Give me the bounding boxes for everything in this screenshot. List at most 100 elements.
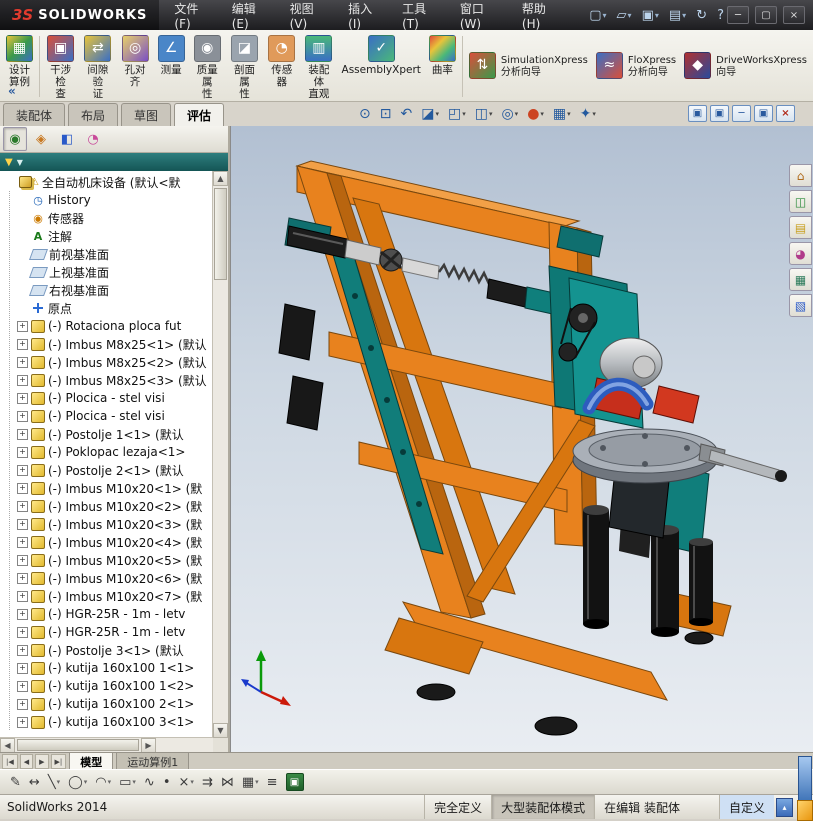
expander-icon[interactable]: + [17, 518, 28, 530]
tree-item[interactable]: 注解 [2, 227, 213, 245]
interference-check-button[interactable]: ▣ 干涉检 查 [42, 32, 79, 101]
status-expand-button[interactable]: ▴ [776, 797, 793, 817]
expander-icon[interactable]: + [17, 320, 28, 332]
expander-icon[interactable]: + [17, 500, 28, 512]
expander-icon[interactable]: + [17, 446, 28, 458]
ribbon-collapse-button[interactable]: « [8, 84, 16, 98]
sketch-button[interactable]: ✎ [8, 774, 23, 791]
custom-properties-tab[interactable]: ▦ [789, 268, 812, 291]
view-settings-button[interactable]: ✦ ▾ [577, 104, 599, 124]
tree-item[interactable]: 上视基准面 [2, 263, 213, 281]
propertymanager-tab[interactable]: ◈ [29, 127, 53, 151]
expander-icon[interactable]: + [17, 428, 28, 440]
tree-item[interactable]: + (-) kutija 160x100 3<1> [2, 713, 213, 731]
appearances-tab[interactable]: ◕ [789, 242, 812, 265]
driveworksxpress-button[interactable]: ◆ DriveWorksXpress 向导 [680, 32, 811, 101]
tree-item[interactable]: + (-) kutija 160x100 1<2> [2, 677, 213, 695]
displaymanager-tab[interactable]: ◔ [81, 127, 105, 151]
first-tab-button[interactable]: |◀ [2, 754, 18, 769]
tree-item[interactable]: + (-) Imbus M10x20<7> (默 [2, 587, 213, 605]
linear-pattern-button[interactable]: ▦ ▾ [240, 774, 261, 791]
tree-vertical-scrollbar[interactable]: ▲ ▼ [212, 171, 228, 738]
apply-scene-button[interactable]: ▦ ▾ [550, 104, 574, 124]
smart-dimension-button[interactable]: ↔ [27, 774, 42, 791]
tree-item[interactable]: + (-) Plocica - stel visi [2, 389, 213, 407]
scroll-up-icon[interactable]: ▲ [213, 171, 228, 186]
tree-item[interactable]: + (-) Imbus M8x25<2> (默认 [2, 353, 213, 371]
expander-icon[interactable]: + [17, 680, 28, 692]
rectangle-tool-button[interactable]: ▭ ▾ [117, 774, 138, 791]
previous-view-button[interactable]: ↶ [397, 104, 415, 124]
assembly-visualization-button[interactable]: ▥ 装配体 直观 [300, 32, 337, 101]
tree-item[interactable]: + (-) Imbus M10x20<5> (默 [2, 551, 213, 569]
print-button[interactable]: ▤ ▾ [666, 7, 689, 24]
expander-icon[interactable]: + [17, 698, 28, 710]
spline-tool-button[interactable]: ∿ [142, 774, 157, 791]
menu-item[interactable]: 编辑(E) [223, 0, 281, 31]
section-properties-button[interactable]: ◪ 剖面属 性 [226, 32, 263, 101]
convert-entities-button[interactable]: ⇉ [200, 774, 215, 791]
offset-entities-button[interactable]: ≡ [265, 774, 280, 791]
filter-bar[interactable]: ▼ ▼ [0, 153, 228, 171]
zoom-to-area-button[interactable]: ⊡ [377, 104, 395, 124]
expander-icon[interactable]: + [17, 392, 28, 404]
expander-icon[interactable]: + [17, 608, 28, 620]
tree-item[interactable]: + (-) Imbus M8x25<3> (默认 [2, 371, 213, 389]
resize-grip[interactable] [797, 800, 813, 821]
curvature-button[interactable]: 曲率 [425, 32, 460, 101]
save-button[interactable]: ▣ ▾ [639, 7, 662, 24]
scroll-strip[interactable] [798, 756, 812, 802]
file-explorer-tab[interactable]: ▤ [789, 216, 812, 239]
clearance-verify-button[interactable]: ⇄ 间隙验 证 [79, 32, 116, 101]
tree-item[interactable]: + (-) kutija 160x100 2<1> [2, 695, 213, 713]
expander-icon[interactable]: + [17, 482, 28, 494]
scroll-down-icon[interactable]: ▼ [213, 723, 228, 738]
hide-show-items-button[interactable]: ◎ ▾ [498, 104, 521, 124]
tree-item[interactable]: 右视基准面 [2, 281, 213, 299]
assemblyxpert-button[interactable]: ✓ AssemblyXpert [338, 32, 425, 101]
tree-item[interactable]: + (-) Imbus M10x20<4> (默 [2, 533, 213, 551]
last-tab-button[interactable]: ▶| [50, 754, 67, 769]
expander-icon[interactable]: + [17, 338, 28, 350]
minimize-button[interactable]: ─ [727, 6, 749, 24]
section-view-button[interactable]: ◪ ▾ [418, 104, 442, 124]
menu-item[interactable]: 文件(F) [165, 0, 222, 31]
tree-item[interactable]: + (-) Imbus M10x20<2> (默 [2, 497, 213, 515]
tree-item[interactable]: + (-) kutija 160x100 1<1> [2, 659, 213, 677]
tile-doc-button[interactable]: ▣ [710, 105, 729, 122]
tree-item[interactable]: History [2, 191, 213, 209]
expander-icon[interactable]: + [17, 536, 28, 548]
prev-tab-button[interactable]: ◀ [19, 754, 34, 769]
menu-item[interactable]: 工具(T) [393, 0, 451, 31]
tree-item[interactable]: + (-) Imbus M8x25<1> (默认 [2, 335, 213, 353]
tree-item[interactable]: + (-) Rotaciona ploca fut [2, 317, 213, 335]
floxpress-button[interactable]: ≈ FloXpress 分析向导 [592, 32, 680, 101]
scroll-track[interactable] [214, 186, 227, 723]
tree-item[interactable]: + (-) HGR-25R - 1m - letv [2, 605, 213, 623]
rebuild-button[interactable]: ↻ [693, 7, 710, 24]
arc-tool-button[interactable]: ◠ ▾ [93, 774, 113, 791]
expander-icon[interactable]: + [17, 356, 28, 368]
measure-button[interactable]: ∠ 测量 [154, 32, 189, 101]
maximize-doc-button[interactable]: ▣ [754, 105, 773, 122]
mirror-entities-button[interactable]: ⋈ [219, 774, 236, 791]
expander-icon[interactable]: + [17, 662, 28, 674]
scroll-thumb[interactable] [17, 739, 139, 751]
configurationmanager-tab[interactable]: ◧ [55, 127, 79, 151]
tree-item[interactable]: + (-) Imbus M10x20<6> (默 [2, 569, 213, 587]
tree-item[interactable]: + (-) Postolje 1<1> (默认 [2, 425, 213, 443]
menu-item[interactable]: 视图(V) [281, 0, 340, 31]
simulationxpress-button[interactable]: ⇅ SimulationXpress 分析向导 [465, 32, 592, 101]
edit-appearance-button[interactable]: ● ▾ [524, 104, 547, 124]
tree-item[interactable]: 传感器 [2, 209, 213, 227]
featuremanager-tree-tab[interactable]: ◉ [3, 127, 27, 151]
expander-icon[interactable]: + [17, 464, 28, 476]
solidworks-resources-tab[interactable]: ⌂ [789, 164, 812, 187]
expander-icon[interactable]: + [17, 716, 28, 728]
tree-item[interactable]: + (-) Poklopac lezaja<1> [2, 443, 213, 461]
hole-alignment-button[interactable]: ◎ 孔对齐 [116, 32, 153, 101]
maximize-button[interactable]: ▢ [755, 6, 777, 24]
help-button[interactable]: ? [714, 7, 727, 24]
sketch-settings-button[interactable]: ▣ [284, 772, 306, 792]
tree-item[interactable]: + (-) Imbus M10x20<3> (默 [2, 515, 213, 533]
